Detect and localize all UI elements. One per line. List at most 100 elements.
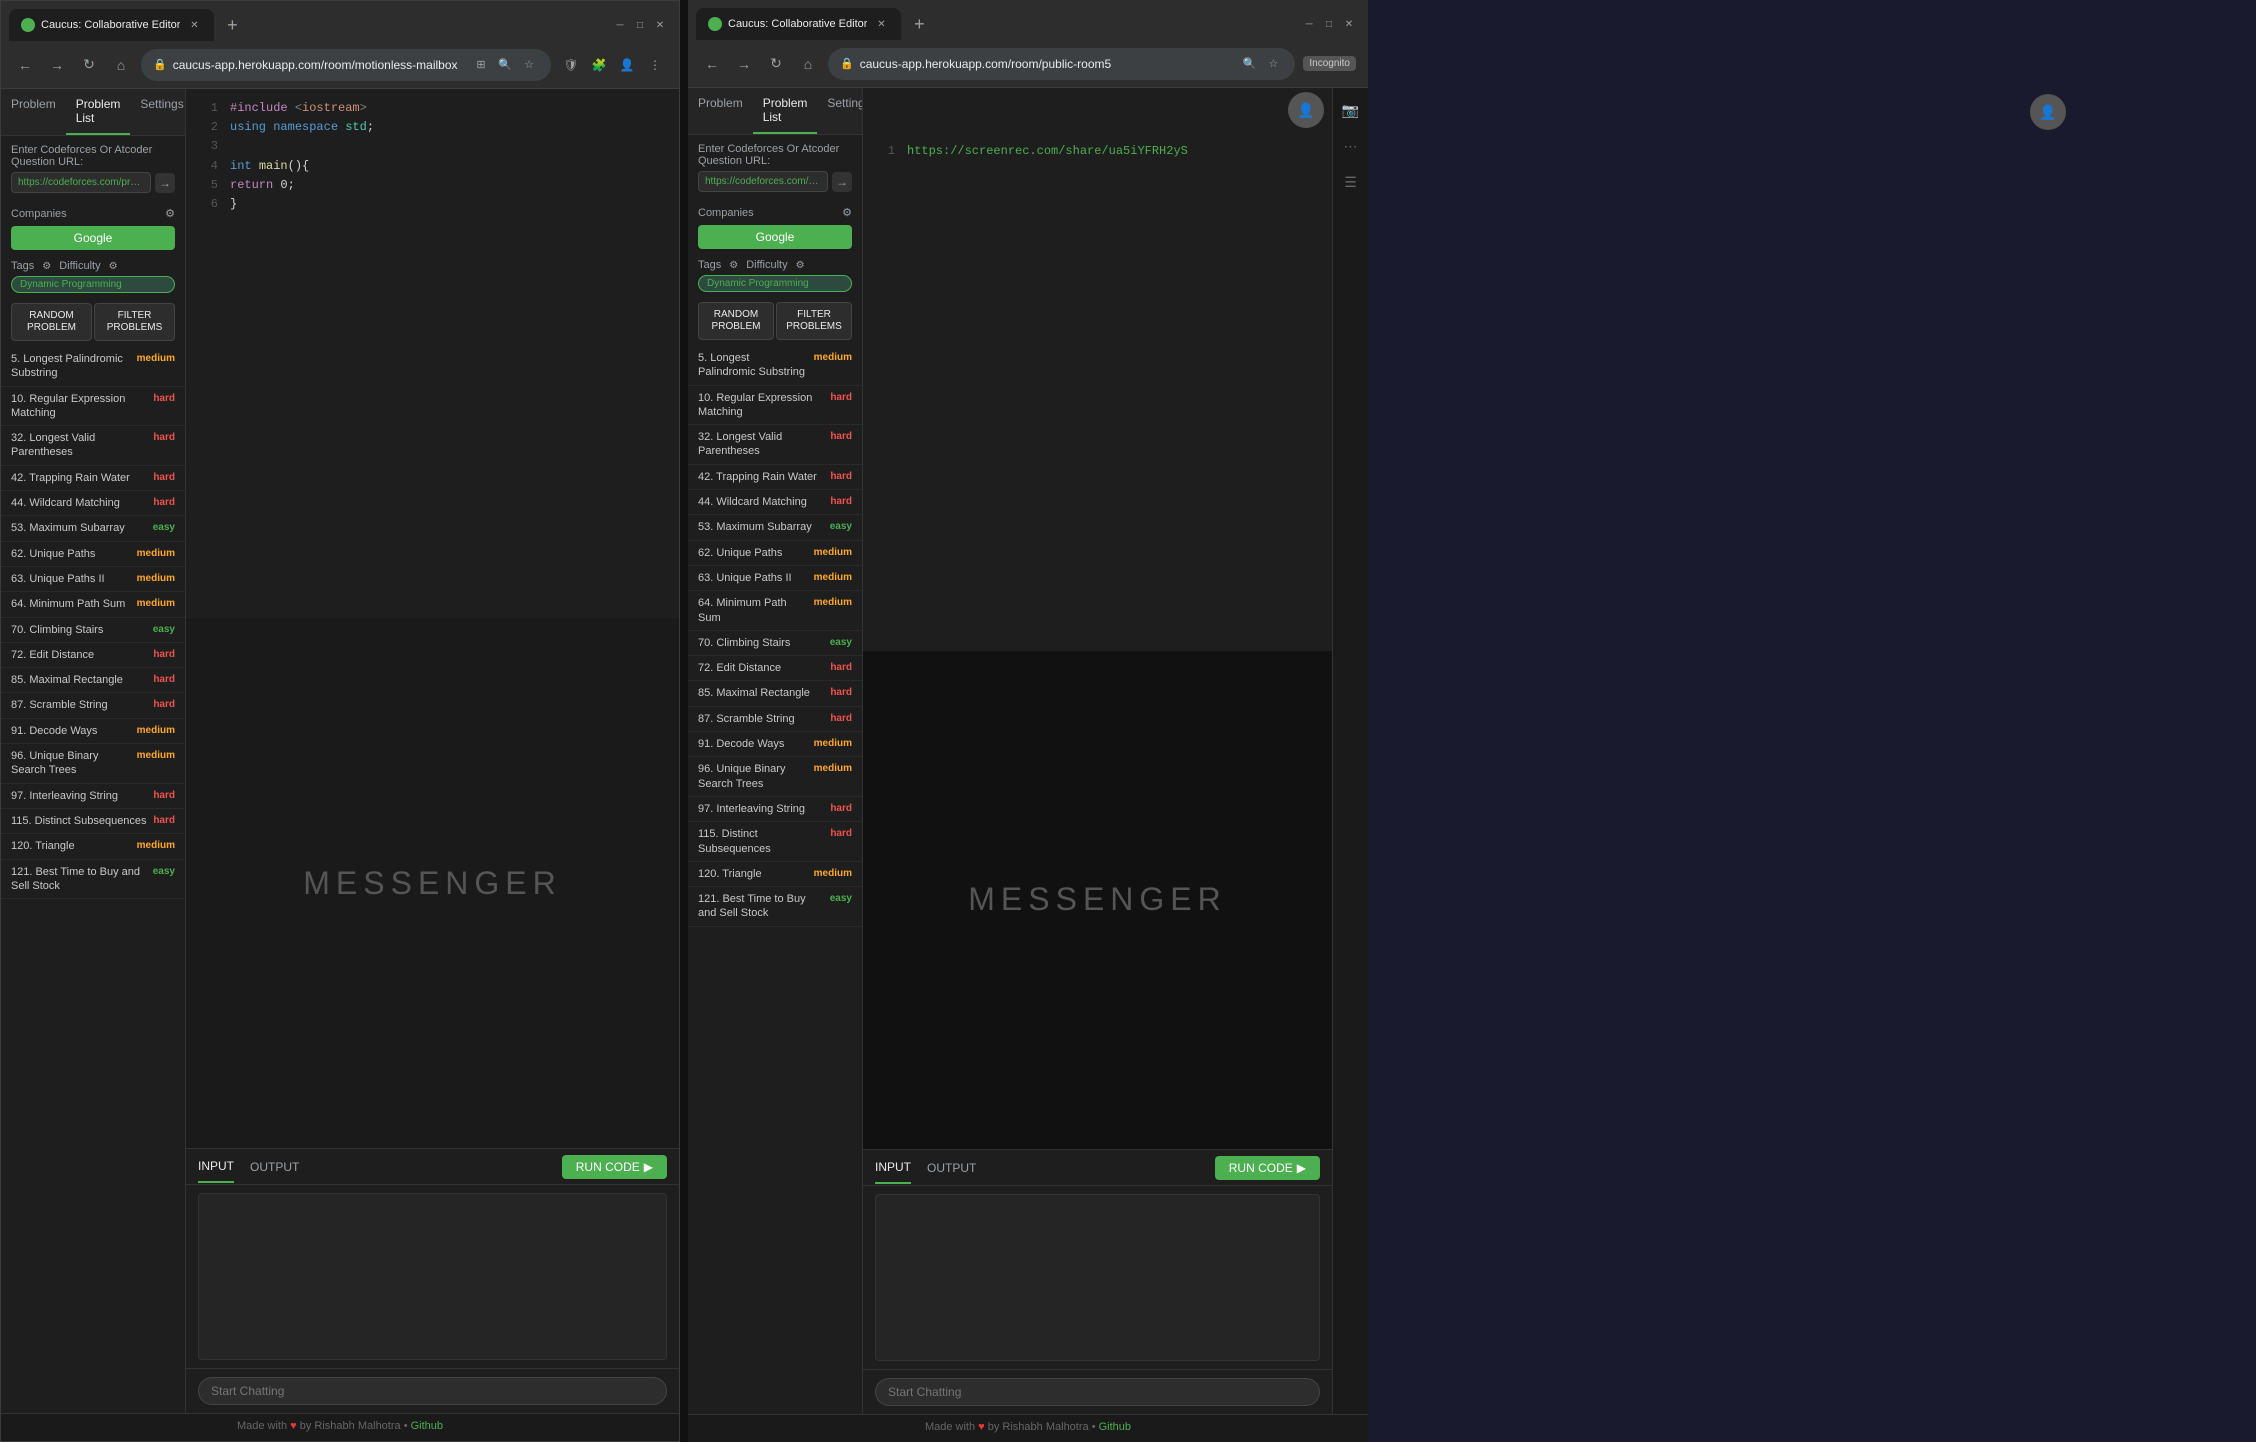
list-item[interactable]: 10. Regular Expression Matchinghard <box>1 387 185 427</box>
list-item[interactable]: 42. Trapping Rain Waterhard <box>1 466 185 491</box>
list-item[interactable]: 87. Scramble Stringhard <box>688 707 862 732</box>
refresh-btn-right[interactable]: ↻ <box>764 52 788 76</box>
google-btn-right[interactable]: Google <box>698 225 852 249</box>
filter-problems-btn-right[interactable]: FILTERPROBLEMS <box>776 302 852 340</box>
url-bar-right[interactable]: 🔒 caucus-app.herokuapp.com/room/public-r… <box>828 48 1295 80</box>
maximize-btn-left[interactable]: □ <box>633 18 647 32</box>
list-item[interactable]: 44. Wildcard Matchinghard <box>688 490 862 515</box>
tags-gear-icon-right[interactable]: ⚙ <box>729 260 738 271</box>
list-item[interactable]: 70. Climbing Stairseasy <box>1 618 185 643</box>
companies-gear-icon-left[interactable]: ⚙ <box>165 207 175 220</box>
new-tab-btn-left[interactable]: + <box>218 11 246 39</box>
list-item[interactable]: 91. Decode Waysmedium <box>1 719 185 744</box>
list-item[interactable]: 97. Interleaving Stringhard <box>1 784 185 809</box>
list-item[interactable]: 115. Distinct Subsequenceshard <box>688 822 862 862</box>
minimize-btn-left[interactable]: ─ <box>613 18 627 32</box>
tab-problem-list-right[interactable]: Problem List <box>753 88 818 134</box>
camera-tool-btn[interactable]: 📷 <box>1337 96 1365 124</box>
list-item[interactable]: 64. Minimum Path Summedium <box>1 592 185 617</box>
list-item[interactable]: 85. Maximal Rectanglehard <box>1 668 185 693</box>
list-item[interactable]: 72. Edit Distancehard <box>1 643 185 668</box>
tab-settings-left[interactable]: Settings <box>130 89 186 135</box>
tab-problem-list-left[interactable]: Problem List <box>66 89 131 135</box>
tags-gear-icon-left[interactable]: ⚙ <box>42 261 51 272</box>
menu-icon-left[interactable]: ⋮ <box>643 53 667 77</box>
list-item[interactable]: 64. Minimum Path Summedium <box>688 591 862 631</box>
list-item[interactable]: 10. Regular Expression Matchinghard <box>688 386 862 426</box>
close-btn-left[interactable]: ✕ <box>653 18 667 32</box>
list-item[interactable]: 97. Interleaving Stringhard <box>688 797 862 822</box>
tab-settings-right[interactable]: Settings <box>817 88 863 134</box>
question-url-input-left[interactable]: https://codeforces.com/problemse <box>11 172 151 193</box>
go-btn-left[interactable]: → <box>155 173 175 193</box>
difficulty-gear-icon-left[interactable]: ⚙ <box>109 261 118 272</box>
list-item[interactable]: 115. Distinct Subsequenceshard <box>1 809 185 834</box>
tab-close-right[interactable]: ✕ <box>873 16 889 32</box>
list-item[interactable]: 70. Climbing Stairseasy <box>688 631 862 656</box>
dots-tool-btn[interactable]: ⋯ <box>1337 132 1365 160</box>
forward-btn-right[interactable]: → <box>732 52 756 76</box>
list-item[interactable]: 85. Maximal Rectanglehard <box>688 681 862 706</box>
list-item[interactable]: 42. Trapping Rain Waterhard <box>688 465 862 490</box>
list-item[interactable]: 32. Longest Valid Parentheseshard <box>688 425 862 465</box>
problem-list-right[interactable]: 5. Longest Palindromic Substringmedium10… <box>688 346 862 1414</box>
tab-problem-right[interactable]: Problem <box>688 88 753 134</box>
home-btn-right[interactable]: ⌂ <box>796 52 820 76</box>
list-item[interactable]: 62. Unique Pathsmedium <box>1 542 185 567</box>
github-link-left[interactable]: Github <box>411 1420 443 1432</box>
search-icon-right[interactable]: 🔍 <box>1239 54 1259 74</box>
chat-input-left[interactable] <box>198 1377 667 1405</box>
tab-problem-left[interactable]: Problem <box>1 89 66 135</box>
github-link-right[interactable]: Github <box>1099 1421 1131 1433</box>
input-textarea-left[interactable] <box>198 1193 667 1360</box>
companies-gear-icon-right[interactable]: ⚙ <box>842 206 852 219</box>
list-item[interactable]: 120. Trianglemedium <box>688 862 862 887</box>
problem-list-left[interactable]: 5. Longest Palindromic Substringmedium10… <box>1 347 185 1413</box>
list-item[interactable]: 62. Unique Pathsmedium <box>688 541 862 566</box>
list-item[interactable]: 5. Longest Palindromic Substringmedium <box>688 346 862 386</box>
google-btn-left[interactable]: Google <box>11 226 175 250</box>
right-editor-area[interactable]: 1 https://screenrec.com/share/ua5iYFRH2y… <box>863 132 1332 651</box>
list-item[interactable]: 5. Longest Palindromic Substringmedium <box>1 347 185 387</box>
back-btn-left[interactable]: ← <box>13 53 37 77</box>
random-problem-btn-left[interactable]: RANDOMPROBLEM <box>11 303 92 341</box>
run-code-btn-right[interactable]: RUN CODE ▶ <box>1215 1156 1320 1180</box>
list-item[interactable]: 91. Decode Waysmedium <box>688 732 862 757</box>
list-item[interactable]: 63. Unique Paths IImedium <box>688 566 862 591</box>
list-item[interactable]: 72. Edit Distancehard <box>688 656 862 681</box>
tab-caucus-right[interactable]: Caucus: Collaborative Editor ✕ <box>696 8 901 40</box>
go-btn-right[interactable]: → <box>832 172 852 192</box>
question-url-input-right[interactable]: https://codeforces.com/problemse <box>698 171 828 192</box>
list-item[interactable]: 53. Maximum Subarrayeasy <box>1 516 185 541</box>
star-icon-right[interactable]: ☆ <box>1263 54 1283 74</box>
chat-input-right[interactable] <box>875 1378 1320 1406</box>
dp-tag-left[interactable]: Dynamic Programming <box>11 276 175 293</box>
list-tool-btn[interactable]: ☰ <box>1337 168 1365 196</box>
input-tab-right[interactable]: INPUT <box>875 1152 911 1184</box>
maximize-btn-right[interactable]: □ <box>1322 17 1336 31</box>
list-item[interactable]: 121. Best Time to Buy and Sell Stockeasy <box>688 887 862 927</box>
list-item[interactable]: 63. Unique Paths IImedium <box>1 567 185 592</box>
list-item[interactable]: 44. Wildcard Matchinghard <box>1 491 185 516</box>
list-item[interactable]: 96. Unique Binary Search Treesmedium <box>688 757 862 797</box>
output-tab-right[interactable]: OUTPUT <box>927 1153 976 1183</box>
back-btn-right[interactable]: ← <box>700 52 724 76</box>
filter-problems-btn-left[interactable]: FILTERPROBLEMS <box>94 303 175 341</box>
new-tab-btn-right[interactable]: + <box>905 10 933 38</box>
list-item[interactable]: 96. Unique Binary Search Treesmedium <box>1 744 185 784</box>
url-bar-left[interactable]: 🔒 caucus-app.herokuapp.com/room/motionle… <box>141 49 551 81</box>
difficulty-gear-icon-right[interactable]: ⚙ <box>796 260 805 271</box>
search-icon-left[interactable]: 🔍 <box>495 55 515 75</box>
list-item[interactable]: 120. Trianglemedium <box>1 834 185 859</box>
input-tab-left[interactable]: INPUT <box>198 1151 234 1183</box>
list-item[interactable]: 53. Maximum Subarrayeasy <box>688 515 862 540</box>
tab-close-left[interactable]: ✕ <box>186 17 202 33</box>
close-btn-right[interactable]: ✕ <box>1342 17 1356 31</box>
editor-area-left[interactable]: 1#include <iostream> 2using namespace st… <box>186 89 679 619</box>
list-item[interactable]: 87. Scramble Stringhard <box>1 693 185 718</box>
list-item[interactable]: 32. Longest Valid Parentheseshard <box>1 426 185 466</box>
run-code-btn-left[interactable]: RUN CODE ▶ <box>562 1155 667 1179</box>
forward-btn-left[interactable]: → <box>45 53 69 77</box>
minimize-btn-right[interactable]: ─ <box>1302 17 1316 31</box>
dp-tag-right[interactable]: Dynamic Programming <box>698 275 852 292</box>
